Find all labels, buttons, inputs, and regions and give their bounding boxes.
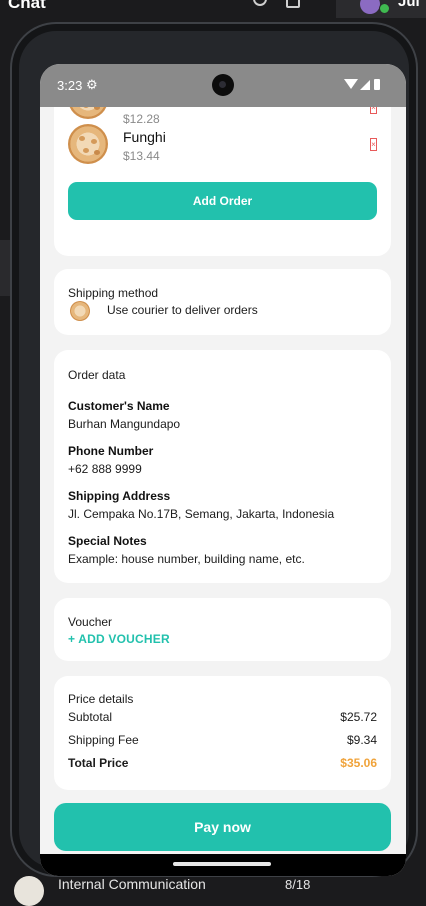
price-details-card: Price details Subtotal $25.72 Shipping F… bbox=[54, 676, 391, 790]
status-bar: 3:23 ⚙ bbox=[40, 64, 406, 107]
special-notes-label: Special Notes bbox=[68, 534, 147, 548]
phone-number-label: Phone Number bbox=[68, 444, 154, 458]
order-items-card: $12.28 × Funghi $13.44 × Add Order bbox=[54, 107, 391, 256]
home-indicator[interactable] bbox=[173, 862, 271, 866]
host-channel-count: 8/18 bbox=[285, 877, 311, 892]
customer-name-label: Customer's Name bbox=[68, 399, 170, 413]
voucher-title: Voucher bbox=[68, 615, 113, 629]
shipping-method-card[interactable]: Shipping method Use courier to deliver o… bbox=[54, 269, 391, 335]
shipping-method-option: Use courier to deliver orders bbox=[107, 303, 258, 317]
shipping-fee-label: Shipping Fee bbox=[68, 733, 139, 747]
host-user-name: Jul bbox=[398, 0, 420, 10]
customer-name-value[interactable]: Burhan Mangundapo bbox=[68, 417, 180, 431]
order-data-card: Order data Customer's Name Burhan Mangun… bbox=[54, 350, 391, 583]
pizza-image-icon bbox=[68, 107, 108, 119]
wifi-icon bbox=[344, 79, 358, 89]
price-details-title: Price details bbox=[68, 692, 134, 706]
delete-item-icon[interactable]: × bbox=[370, 107, 377, 114]
pizza-image-icon bbox=[68, 124, 108, 164]
total-price-row: Total Price $35.06 bbox=[68, 756, 377, 772]
total-price-label: Total Price bbox=[68, 756, 129, 770]
courier-icon bbox=[70, 301, 90, 321]
navigation-bar bbox=[40, 854, 406, 876]
order-item-price: $13.44 bbox=[123, 149, 160, 163]
shipping-address-label: Shipping Address bbox=[68, 489, 171, 503]
host-channel-name[interactable]: Internal Communication bbox=[58, 876, 206, 892]
total-price-value: $35.06 bbox=[340, 756, 377, 770]
voucher-card: Voucher + ADD VOUCHER bbox=[54, 598, 391, 661]
phone-screen: 3:23 ⚙ $12.28 × Funghi $13.44 × Add Orde… bbox=[40, 64, 406, 876]
order-item-name: Funghi bbox=[123, 129, 166, 145]
special-notes-value[interactable]: Example: house number, building name, et… bbox=[68, 552, 305, 566]
status-icons bbox=[344, 79, 384, 91]
host-compose-icon[interactable] bbox=[286, 0, 300, 8]
host-channel-avatar bbox=[14, 876, 44, 906]
host-online-status-icon bbox=[379, 3, 390, 14]
add-voucher-button[interactable]: + ADD VOUCHER bbox=[68, 632, 170, 646]
phone-frame: 3:23 ⚙ $12.28 × Funghi $13.44 × Add Orde… bbox=[10, 22, 418, 877]
order-data-title: Order data bbox=[68, 368, 126, 382]
shipping-address-value[interactable]: Jl. Cempaka No.17B, Semang, Jakarta, Ind… bbox=[68, 507, 334, 521]
shipping-method-title: Shipping method bbox=[68, 286, 159, 300]
front-camera bbox=[212, 74, 234, 96]
subtotal-row: Subtotal $25.72 bbox=[68, 710, 377, 726]
subtotal-label: Subtotal bbox=[68, 710, 113, 724]
shipping-fee-row: Shipping Fee $9.34 bbox=[68, 733, 377, 749]
delete-item-icon[interactable]: × bbox=[370, 138, 377, 151]
status-time: 3:23 bbox=[57, 78, 83, 93]
phone-number-value[interactable]: +62 888 9999 bbox=[68, 462, 142, 476]
host-app-title: Chat bbox=[8, 0, 46, 12]
checkout-scroll-area[interactable]: $12.28 × Funghi $13.44 × Add Order Shipp… bbox=[40, 107, 406, 862]
pay-now-button[interactable]: Pay now bbox=[54, 803, 391, 851]
host-sidebar-stripe bbox=[0, 240, 10, 296]
add-order-button[interactable]: Add Order bbox=[68, 182, 377, 220]
host-search-icon[interactable] bbox=[253, 0, 267, 6]
shipping-fee-value: $9.34 bbox=[346, 733, 377, 747]
subtotal-value: $25.72 bbox=[340, 710, 377, 724]
signal-icon bbox=[360, 80, 370, 90]
battery-icon bbox=[374, 79, 380, 90]
settings-gear-icon: ⚙ bbox=[86, 77, 98, 92]
order-item-price: $12.28 bbox=[123, 112, 160, 126]
